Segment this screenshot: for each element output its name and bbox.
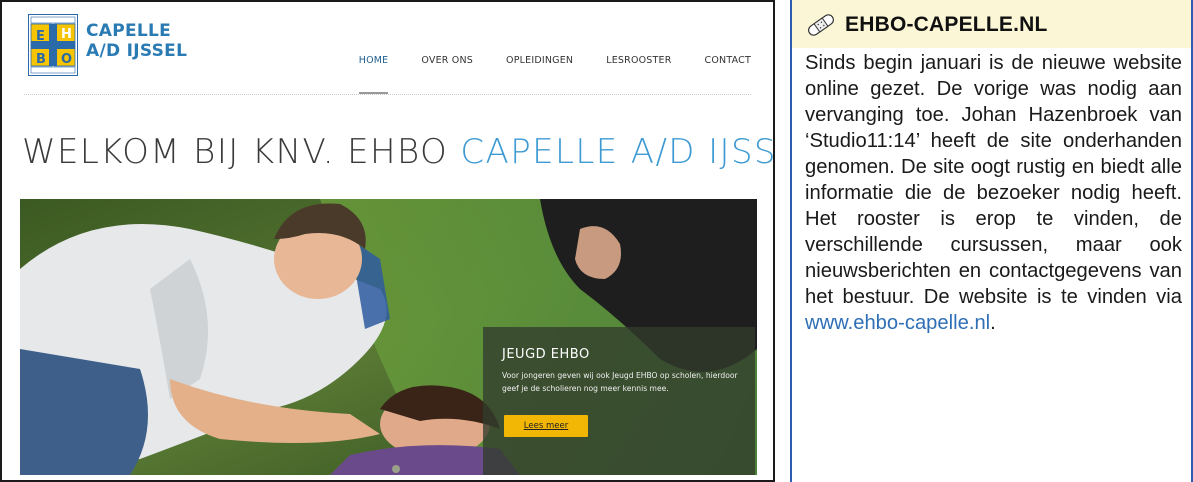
nav-over-ons[interactable]: OVER ONS bbox=[421, 55, 473, 66]
nav-lesrooster[interactable]: LESROOSTER bbox=[606, 55, 671, 66]
article-panel: EHBO-CAPELLE.NL Sinds begin januari is d… bbox=[790, 0, 1193, 482]
site-header: E H B O CAPELLE A/D IJSSEL HOME OVER ONS… bbox=[2, 2, 773, 98]
nav-contact[interactable]: CONTACT bbox=[705, 55, 751, 66]
hero-slider[interactable]: JEUGD EHBO Voor jongeren geven wij ook J… bbox=[20, 199, 757, 475]
svg-text:E: E bbox=[36, 29, 45, 44]
welcome-main: WELKOM BIJ KNV. EHBO bbox=[22, 132, 461, 172]
slider-dot[interactable] bbox=[392, 465, 400, 473]
hero-caption-text: Voor jongeren geven wij ook Jeugd EHBO o… bbox=[502, 371, 738, 393]
article-text-end: . bbox=[990, 312, 996, 334]
svg-text:O: O bbox=[61, 52, 72, 67]
brand-line-1: CAPELLE bbox=[86, 21, 172, 41]
bandage-icon bbox=[808, 14, 834, 36]
nav-opleidingen[interactable]: OPLEIDINGEN bbox=[506, 55, 573, 66]
website-link[interactable]: www.ehbo-capelle.nl bbox=[805, 312, 990, 334]
lees-meer-button[interactable]: Lees meer bbox=[504, 415, 588, 437]
nav-home[interactable]: HOME bbox=[358, 55, 389, 94]
main-nav: HOME OVER ONS OPLEIDINGEN LESROOSTER CON… bbox=[326, 55, 751, 94]
welcome-accent: CAPELLE A/D IJSSEL bbox=[460, 132, 775, 172]
article-title: EHBO-CAPELLE.NL bbox=[845, 13, 1048, 36]
welcome-heading: WELKOM BIJ KNV. EHBO CAPELLE A/D IJSSEL bbox=[22, 132, 775, 172]
hero-caption-title: JEUGD EHBO bbox=[502, 347, 590, 362]
article-header: EHBO-CAPELLE.NL bbox=[792, 0, 1191, 48]
svg-text:H: H bbox=[61, 27, 72, 42]
brand-line-2: A/D IJSSEL bbox=[86, 41, 188, 61]
header-divider bbox=[24, 94, 751, 95]
article-body: Sinds begin januari is de nieu­we websit… bbox=[805, 50, 1182, 336]
website-screenshot: E H B O CAPELLE A/D IJSSEL HOME OVER ONS… bbox=[0, 0, 775, 482]
article-text: Sinds begin januari is de nieu­we websit… bbox=[805, 52, 1182, 308]
hero-caption: JEUGD EHBO Voor jongeren geven wij ook J… bbox=[483, 327, 755, 475]
ehbo-logo[interactable]: E H B O bbox=[28, 14, 78, 76]
svg-text:B: B bbox=[36, 52, 46, 67]
brand-name[interactable]: CAPELLE A/D IJSSEL bbox=[86, 21, 187, 61]
